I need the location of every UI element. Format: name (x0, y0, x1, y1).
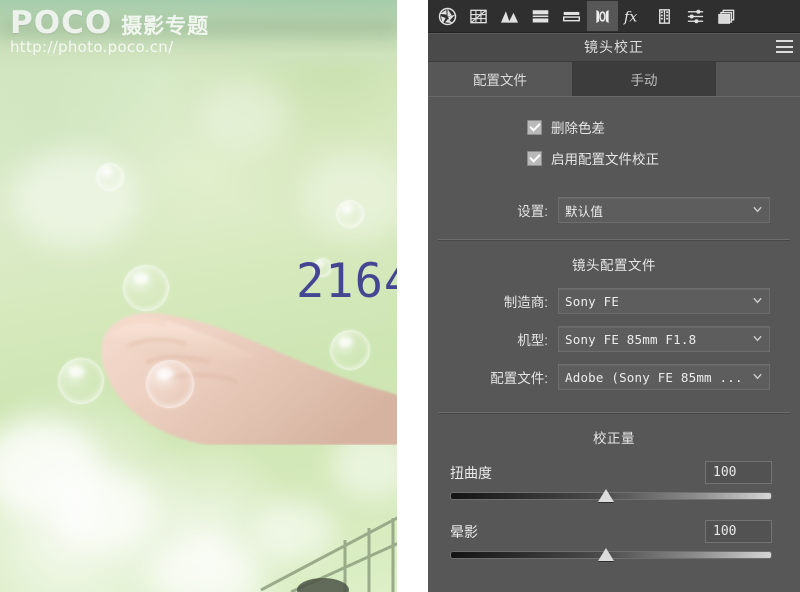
soap-bubble (146, 360, 194, 408)
panel-titlebar: 镜头校正 (428, 33, 800, 62)
profile-select[interactable]: Adobe (Sony FE 85mm ... (558, 364, 770, 390)
panel-tabs[interactable]: 配置文件 手动 (428, 62, 800, 97)
fx-effects-icon[interactable]: fx (618, 1, 649, 31)
bokeh-blob (200, 80, 290, 150)
detail-bars-icon[interactable] (556, 1, 587, 31)
soap-bubble (330, 330, 370, 370)
slider-label-vignetting: 晕影 (450, 523, 478, 540)
chevron-down-icon (753, 206, 762, 213)
split-tone-icon[interactable] (525, 1, 556, 31)
field-label-settings: 设置: (517, 204, 548, 219)
chevron-down-icon (753, 297, 762, 304)
checkbox-label: 删除色差 (551, 121, 605, 136)
manufacturer-select-value: Sony FE (565, 293, 620, 309)
lens-correction-panel: fx 镜头校正 配置文件 手动 删除色差 启用配置文件校正 设置: 默认值 镜头… (428, 0, 800, 592)
divider (438, 239, 790, 241)
railing-illustration (251, 502, 397, 592)
field-profile: 配置文件: Adobe (Sony FE 85mm ... (428, 364, 770, 390)
settings-select-value: 默认值 (565, 203, 604, 219)
soap-bubble (96, 163, 124, 191)
field-model: 机型: Sony FE 85mm F1.8 (428, 326, 770, 352)
sliders-presets-icon[interactable] (680, 1, 711, 31)
slider-value-distortion[interactable]: 100 (705, 461, 772, 484)
photo-preview[interactable]: POCO 摄影专题 http://photo.poco.cn/ 216497 (0, 0, 397, 592)
soap-bubble (336, 200, 364, 228)
module-toolbar[interactable]: fx (428, 0, 800, 33)
slider-label-distortion: 扭曲度 (450, 464, 492, 481)
app-window: POCO 摄影专题 http://photo.poco.cn/ 216497 (0, 0, 800, 592)
soap-bubble (58, 358, 104, 404)
slider-value-vignetting[interactable]: 100 (705, 520, 772, 543)
model-select[interactable]: Sony FE 85mm F1.8 (558, 326, 770, 352)
hamburger-menu-icon[interactable] (776, 40, 793, 53)
panel-title: 镜头校正 (584, 39, 644, 55)
slider-thumb-distortion[interactable] (598, 489, 615, 502)
chevron-down-icon (753, 335, 762, 342)
field-manufacturer: 制造商: Sony FE (428, 288, 770, 314)
slider-track-vignetting[interactable] (450, 548, 772, 561)
histogram-mountains-icon[interactable] (494, 1, 525, 31)
bokeh-blob (10, 150, 140, 250)
tab-manual[interactable]: 手动 (572, 62, 716, 96)
soap-bubble (123, 265, 169, 311)
tab-filler (716, 62, 800, 96)
checkbox-box[interactable] (527, 119, 542, 135)
field-label-manufacturer: 制造商: (503, 295, 548, 310)
section-title-lens-profile: 镜头配置文件 (572, 258, 656, 273)
bokeh-blob (60, 470, 155, 550)
lens-correction-icon[interactable] (587, 1, 618, 31)
photo-dark-band (0, 22, 397, 42)
field-label-profile: 配置文件: (490, 371, 548, 386)
profile-select-value: Adobe (Sony FE 85mm ... (565, 369, 743, 385)
slider-distortion: 扭曲度 100 (450, 461, 772, 502)
overlay-number: 216497 (296, 254, 397, 309)
settings-select[interactable]: 默认值 (558, 197, 770, 223)
field-settings: 设置: 默认值 (428, 197, 770, 223)
checkbox-box[interactable] (527, 150, 542, 166)
aperture-icon[interactable] (432, 1, 463, 31)
manufacturer-select[interactable]: Sony FE (558, 288, 770, 314)
snapshots-layers-icon[interactable] (711, 1, 742, 31)
checkbox-group: 删除色差 启用配置文件校正 (428, 97, 800, 183)
checkbox-remove-chromatic-aberration[interactable]: 删除色差 (527, 117, 800, 137)
section-title-correction-amount: 校正量 (593, 431, 635, 446)
model-select-value: Sony FE 85mm F1.8 (565, 331, 697, 347)
hand-illustration (88, 300, 397, 445)
crop-grid-icon[interactable] (463, 1, 494, 31)
slider-thumb-vignetting[interactable] (598, 548, 615, 561)
slider-vignetting: 晕影 100 (450, 520, 772, 561)
filmstrip-calibration-icon[interactable] (649, 1, 680, 31)
divider (438, 412, 790, 414)
chevron-down-icon (753, 373, 762, 380)
svg-text:fx: fx (623, 9, 637, 25)
field-label-model: 机型: (517, 333, 548, 348)
panel-body: 删除色差 启用配置文件校正 设置: 默认值 镜头配置文件 制造商: Sony F… (428, 97, 800, 561)
checkbox-label: 启用配置文件校正 (551, 152, 659, 167)
slider-track-distortion[interactable] (450, 489, 772, 502)
tab-profile[interactable]: 配置文件 (428, 62, 572, 96)
checkbox-enable-profile-correction[interactable]: 启用配置文件校正 (527, 148, 800, 168)
